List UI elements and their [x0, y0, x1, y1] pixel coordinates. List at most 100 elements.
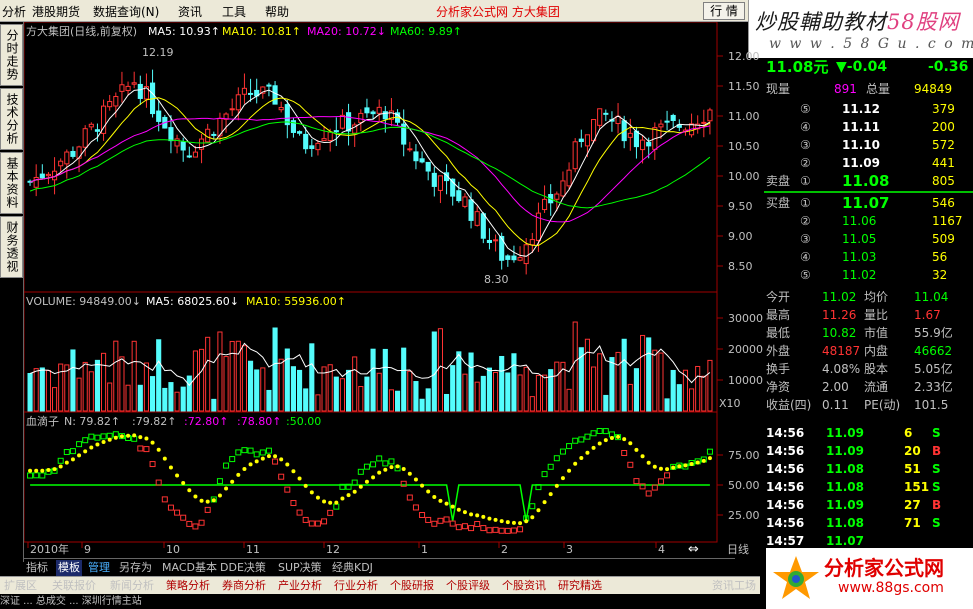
tab-template[interactable]: 模板 — [56, 560, 82, 576]
tick-side: B — [932, 498, 942, 512]
ind-square-55 — [363, 463, 370, 470]
ind-dot-11 — [95, 442, 100, 447]
ind-square-25 — [180, 514, 187, 521]
ind-square-5 — [57, 457, 64, 464]
nav-broker[interactable]: 券商分析 — [220, 578, 268, 594]
nav-research-picks[interactable]: 研究精选 — [556, 578, 604, 594]
ind-square-92 — [590, 430, 597, 437]
quote-button[interactable]: 行 情 — [703, 2, 745, 20]
ind-dot-70 — [456, 507, 461, 512]
tab-macd[interactable]: MACD基本 — [160, 560, 219, 576]
tab-kdj[interactable]: 经典KDJ — [330, 560, 375, 576]
ind-dot-99 — [634, 447, 639, 452]
ind-dot-100 — [640, 454, 645, 459]
tab-financials[interactable]: 财务透视 — [0, 216, 23, 278]
ind-square-56 — [370, 461, 377, 468]
scroll-arrows-icon[interactable]: ⇔ — [688, 542, 699, 557]
ind-square-19 — [143, 446, 150, 453]
tick-time: 14:56 — [766, 426, 805, 440]
buy-price: 11.06 — [842, 214, 877, 228]
vol-bar-47 — [315, 394, 321, 412]
tick-row-2: 14:56 11.08 51 S — [764, 460, 964, 478]
buy-level-icon: ② — [800, 214, 811, 228]
nav-stock-rating[interactable]: 个股评级 — [444, 578, 492, 594]
ind-dot-62 — [407, 471, 412, 476]
nav-industry-chain[interactable]: 产业分析 — [276, 578, 324, 594]
candle-body-47 — [315, 142, 321, 151]
ind-dot-111 — [707, 456, 712, 461]
menu-news[interactable]: 资讯 — [178, 3, 202, 20]
candle-body-40 — [272, 85, 278, 105]
ind-square-36 — [247, 447, 254, 454]
ind-dot-27 — [193, 494, 198, 499]
nav-stock-news[interactable]: 个股资讯 — [500, 578, 548, 594]
tab-manage[interactable]: 管理 — [86, 560, 112, 576]
vol-bar-28 — [199, 348, 205, 412]
tick-volume: 71 — [904, 516, 921, 530]
nav-related-quotes[interactable]: 关联报价 — [50, 578, 98, 594]
tab-intraday[interactable]: 分时走势 — [0, 24, 23, 86]
candle-body-27 — [192, 151, 198, 158]
nav-news-factory[interactable]: 资讯工场 — [710, 578, 758, 594]
candle-body-14 — [113, 96, 119, 107]
candle-body-105 — [670, 114, 676, 122]
sell-price: 11.12 — [842, 102, 880, 116]
menu-help[interactable]: 帮助 — [265, 3, 289, 20]
candle-body-84 — [542, 198, 548, 211]
sell-level-3: ③ 11.10 572 — [764, 136, 964, 154]
tab-indicator[interactable]: 指标 — [24, 560, 50, 576]
vol-bar-13 — [107, 382, 113, 412]
tab-sup[interactable]: SUP决策 — [276, 560, 324, 576]
ind-dot-49 — [328, 500, 333, 505]
candle-body-21 — [156, 110, 162, 122]
ind-dot-58 — [383, 467, 388, 472]
ind-dot-72 — [469, 512, 474, 517]
ind-square-0 — [27, 472, 34, 479]
ind-square-76 — [492, 526, 499, 533]
tick-time: 14:56 — [766, 444, 805, 458]
nav-strategy[interactable]: 策略分析 — [164, 578, 212, 594]
tick-side: S — [932, 516, 941, 530]
sell-volume: 379 — [932, 102, 955, 116]
tab-fundamentals[interactable]: 基本资料 — [0, 152, 23, 214]
ind-dot-43 — [291, 469, 296, 474]
nav-stock-research[interactable]: 个股研报 — [388, 578, 436, 594]
date-label-4: 12 — [326, 543, 340, 556]
ind-tick-label-1: 50.00 — [728, 479, 760, 492]
ind-square-101 — [645, 490, 652, 497]
vol-bar-78 — [505, 372, 511, 412]
vol-bar-16 — [125, 384, 131, 412]
nav-extension[interactable]: 扩展区 — [2, 578, 39, 594]
chart-area[interactable]: 方大集团(日线,前复权) MA5: 10.93↑ MA10: 10.81↑ MA… — [24, 22, 764, 558]
ind-square-70 — [455, 524, 462, 531]
ind-dot-15 — [119, 434, 124, 439]
ind-dot-44 — [297, 476, 302, 481]
menu-data-query[interactable]: 数据查询(N) — [93, 3, 159, 20]
sell-volume: 441 — [932, 156, 955, 170]
tab-technical[interactable]: 技术分析 — [0, 88, 23, 150]
menu-tools[interactable]: 工具 — [222, 3, 246, 20]
ind-dot-39 — [266, 454, 271, 459]
tab-dde[interactable]: DDE决策 — [218, 560, 268, 576]
candle-body-7 — [70, 150, 76, 157]
ind-dot-96 — [616, 434, 621, 439]
ind-square-24 — [174, 509, 181, 516]
candle-body-91 — [584, 134, 590, 147]
menu-hk-futures[interactable]: 港股期货 — [32, 3, 80, 20]
vol-bar-101 — [646, 337, 652, 412]
indicator-lines — [27, 428, 713, 534]
buy-level-icon: ① — [800, 196, 811, 210]
vol-bar-86 — [554, 361, 560, 412]
nav-sector[interactable]: 行业分析 — [332, 578, 380, 594]
period-label[interactable]: 日线 — [727, 542, 749, 556]
ind-square-67 — [437, 517, 444, 524]
vol-bar-4 — [52, 387, 58, 412]
buy-price: 11.07 — [842, 194, 890, 212]
stat-value: 0.11 — [822, 398, 849, 412]
indicator-name: 血滴子 — [26, 414, 59, 428]
tab-save-as[interactable]: 另存为 — [117, 560, 154, 576]
tick-row-4: 14:56 11.09 27 B — [764, 496, 964, 514]
nav-news-analysis[interactable]: 新闻分析 — [108, 578, 156, 594]
menu-analysis[interactable]: 分析 — [2, 3, 26, 20]
vol-bar-1 — [33, 368, 39, 412]
